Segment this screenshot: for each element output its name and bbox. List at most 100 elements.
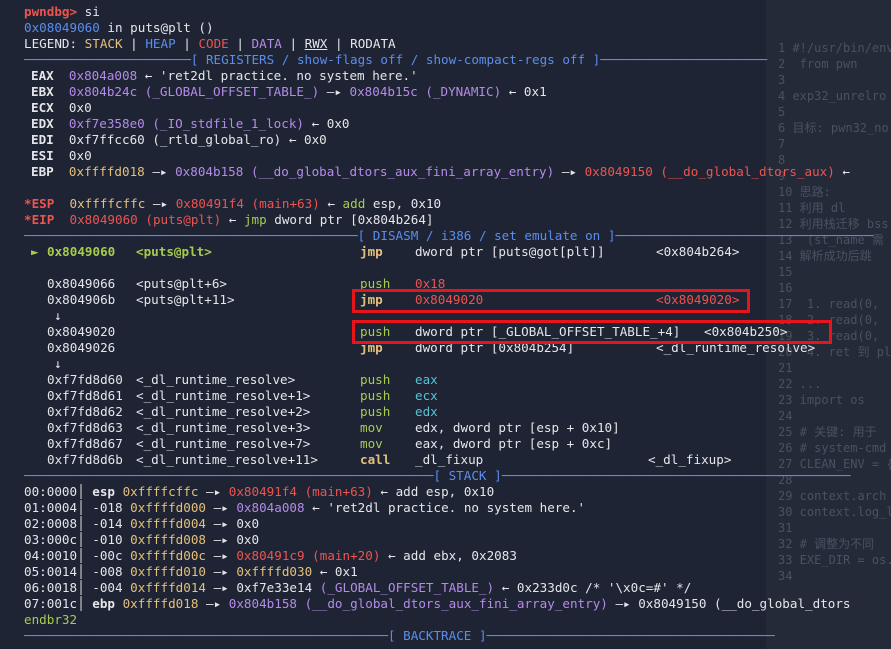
disasm-mnemonic: push (360, 404, 391, 419)
disasm-operands: edx, dword ptr [esp + 0x10] (415, 420, 620, 435)
stack-tail: ← 0x1 (312, 564, 358, 579)
terminal[interactable]: pwndbg> si 0x08049060 in puts@plt () LEG… (0, 0, 891, 649)
stack-symbol: (main+20) (304, 548, 381, 563)
prompt-line: pwndbg> si (24, 4, 100, 19)
reg-esp: *ESP 0xffffcffc —▸ 0x80491f4 (main+63) ←… (24, 196, 442, 211)
disasm-address: 0x8049060 (47, 244, 116, 259)
stack-offset: -014 (92, 516, 131, 531)
stack-address: 0xffffd014 (130, 580, 206, 595)
stack-value: 0x804a008 (236, 500, 305, 515)
disasm-comment: <_dl_fixup> (648, 452, 732, 467)
backtrace-header: ────────────────────────────────────────… (24, 628, 775, 643)
disasm-address: 0xf7fd8d60 (47, 372, 123, 387)
stack-row: 01:0004│ -018 0xffffd000 —▸ 0x804a008 ← … (24, 500, 585, 516)
stack-tail: ← add ebx, 0x2083 (380, 548, 517, 563)
reg-ecx: ECX 0x0 (31, 100, 92, 115)
disasm-mnemonic: push (360, 388, 391, 403)
highlight-box-push (352, 320, 832, 344)
stack-index: 02:0008│ (24, 516, 93, 531)
stack-symbol: (main+63) (297, 484, 373, 499)
disasm-address: 0xf7fd8d61 (47, 388, 123, 403)
stack-row: 04:0010│ -00c 0xffffd00c —▸ 0x80491c9 (m… (24, 548, 517, 564)
stack-arrow: —▸ (206, 532, 237, 547)
stack-offset: -018 (92, 500, 131, 515)
stack-row: 03:000c│ -010 0xffffd008 —▸ 0x0 (24, 532, 259, 548)
stack-arrow: —▸ (198, 484, 229, 499)
down-arrow-icon: ↓ (54, 356, 62, 371)
down-arrow-icon: ↓ (54, 308, 62, 323)
stack-index: 05:0014│ (24, 564, 93, 579)
disasm-address: 0x8049026 (47, 340, 116, 355)
disasm-address: 0xf7fd8d63 (47, 420, 123, 435)
disasm-row: 0xf7fd8d60 <_dl_runtime_resolve> push eax (0, 372, 891, 388)
stack-tail: 0x0 (236, 516, 260, 531)
stack-index: 06:0018│ (24, 580, 93, 595)
disasm-address: 0x8049020 (47, 324, 116, 339)
stack-tail: ← add esp, 0x10 (372, 484, 495, 499)
stack-arrow: —▸ (206, 500, 237, 515)
reg-ebx: EBX 0x804b24c (_GLOBAL_OFFSET_TABLE_) —▸… (31, 84, 547, 99)
stack-index: 07:001c│ (24, 596, 93, 611)
disasm-symbol: <_dl_runtime_resolve+1> (136, 388, 311, 403)
reg-esi: ESI 0x0 (31, 148, 92, 163)
reg-edx: EDX 0xf7e358e0 (_IO_stdfile_1_lock) ← 0x… (31, 116, 350, 131)
disasm-symbol: <_dl_runtime_resolve> (136, 372, 296, 387)
disasm-mnemonic: mov (360, 420, 383, 435)
stack-offset: -008 (92, 564, 131, 579)
stack-row: 05:0014│ -008 0xffffd010 —▸ 0xffffd030 ←… (24, 564, 358, 580)
stack-index: 01:0004│ (24, 500, 93, 515)
endbr-line: endbr32 (24, 612, 78, 627)
stack-tail: —▸ 0x8049150 (__do_global_dtors (607, 596, 851, 611)
highlight-box-jmp (352, 289, 750, 313)
stack-arrow: —▸ (206, 580, 237, 595)
stack-value: 0x80491f4 (228, 484, 298, 499)
disasm-symbol: <_dl_runtime_resolve+3> (136, 420, 311, 435)
disasm-row: ► 0x8049060 <puts@plt> jmp dword ptr [puts@g… (0, 244, 891, 260)
stack-row: 00:0000│ esp 0xffffcffc —▸ 0x80491f4 (ma… (24, 484, 494, 500)
stack-address: 0xffffd00c (130, 548, 206, 563)
disasm-operands: eax, dword ptr [esp + 0xc] (415, 436, 613, 451)
stack-address: 0xffffd010 (130, 564, 206, 579)
disasm-symbol: <puts@plt+6> (136, 276, 227, 291)
stack-tail: ← 'ret2dl practice. no system here.' (304, 500, 586, 515)
disasm-header: ────────────────────────────────────────… (24, 228, 874, 243)
stack-register: ebp (92, 596, 123, 611)
stack-address: 0xffffcffc (122, 484, 199, 499)
stack-index: 03:000c│ (24, 532, 93, 547)
reg-edi: EDI 0xf7ffcc60 (_rtld_global_ro) ← 0x0 (31, 132, 327, 147)
disasm-row: 0xf7fd8d6b <_dl_runtime_resolve+11> call _d… (0, 452, 891, 468)
disasm-address: 0x804906b (47, 292, 116, 307)
stack-arrow: —▸ (206, 516, 237, 531)
stack-row: 02:0008│ -014 0xffffd004 —▸ 0x0 (24, 516, 259, 532)
stack-arrow: —▸ (206, 564, 237, 579)
disasm-mnemonic: call (360, 452, 391, 467)
disasm-operands: edx (415, 404, 438, 419)
disasm-operands: dword ptr [puts@got[plt]] (415, 244, 605, 259)
disasm-address: 0xf7fd8d62 (47, 404, 123, 419)
stack-register: esp (92, 484, 123, 499)
disasm-mnemonic: jmp (360, 244, 383, 259)
stack-value: 0x804b158 (228, 596, 298, 611)
disasm-row: 0xf7fd8d67 <_dl_runtime_resolve+7> mov eax,… (0, 436, 891, 452)
legend: LEGEND: STACK | HEAP | CODE | DATA | RWX… (24, 36, 396, 51)
stack-value: 0xf7e33e14 (236, 580, 313, 595)
location-line: 0x08049060 in puts@plt () (24, 20, 214, 35)
disasm-symbol: <_dl_runtime_resolve+7> (136, 436, 311, 451)
disasm-symbol: <_dl_runtime_resolve+2> (136, 404, 311, 419)
disasm-row: ↓ (0, 356, 891, 372)
stack-offset: -00c (92, 548, 131, 563)
disasm-symbol: <_dl_runtime_resolve+11> (136, 452, 318, 467)
reg-eip: *EIP 0x8049060 (puts@plt) ← jmp dword pt… (24, 212, 434, 227)
stack-arrow: —▸ (206, 548, 237, 563)
reg-eax: EAX 0x804a008 ← 'ret2dl practice. no sys… (31, 68, 418, 83)
stack-header: ────────────────────────────────────────… (24, 468, 851, 483)
stack-row: 06:0018│ -004 0xffffd014 —▸ 0xf7e33e14 (… (24, 580, 691, 596)
stack-offset: -010 (92, 532, 131, 547)
disasm-symbol: <puts@plt> (136, 244, 212, 259)
disasm-row: 0xf7fd8d61 <_dl_runtime_resolve+1> push ecx (0, 388, 891, 404)
disasm-address: 0x8049066 (47, 276, 116, 291)
stack-symbol: (__do_global_dtors_aux_fini_array_entry) (297, 596, 608, 611)
stack-value: 0xffffd030 (236, 564, 313, 579)
stack-offset: -004 (92, 580, 131, 595)
disasm-mnemonic: mov (360, 436, 383, 451)
